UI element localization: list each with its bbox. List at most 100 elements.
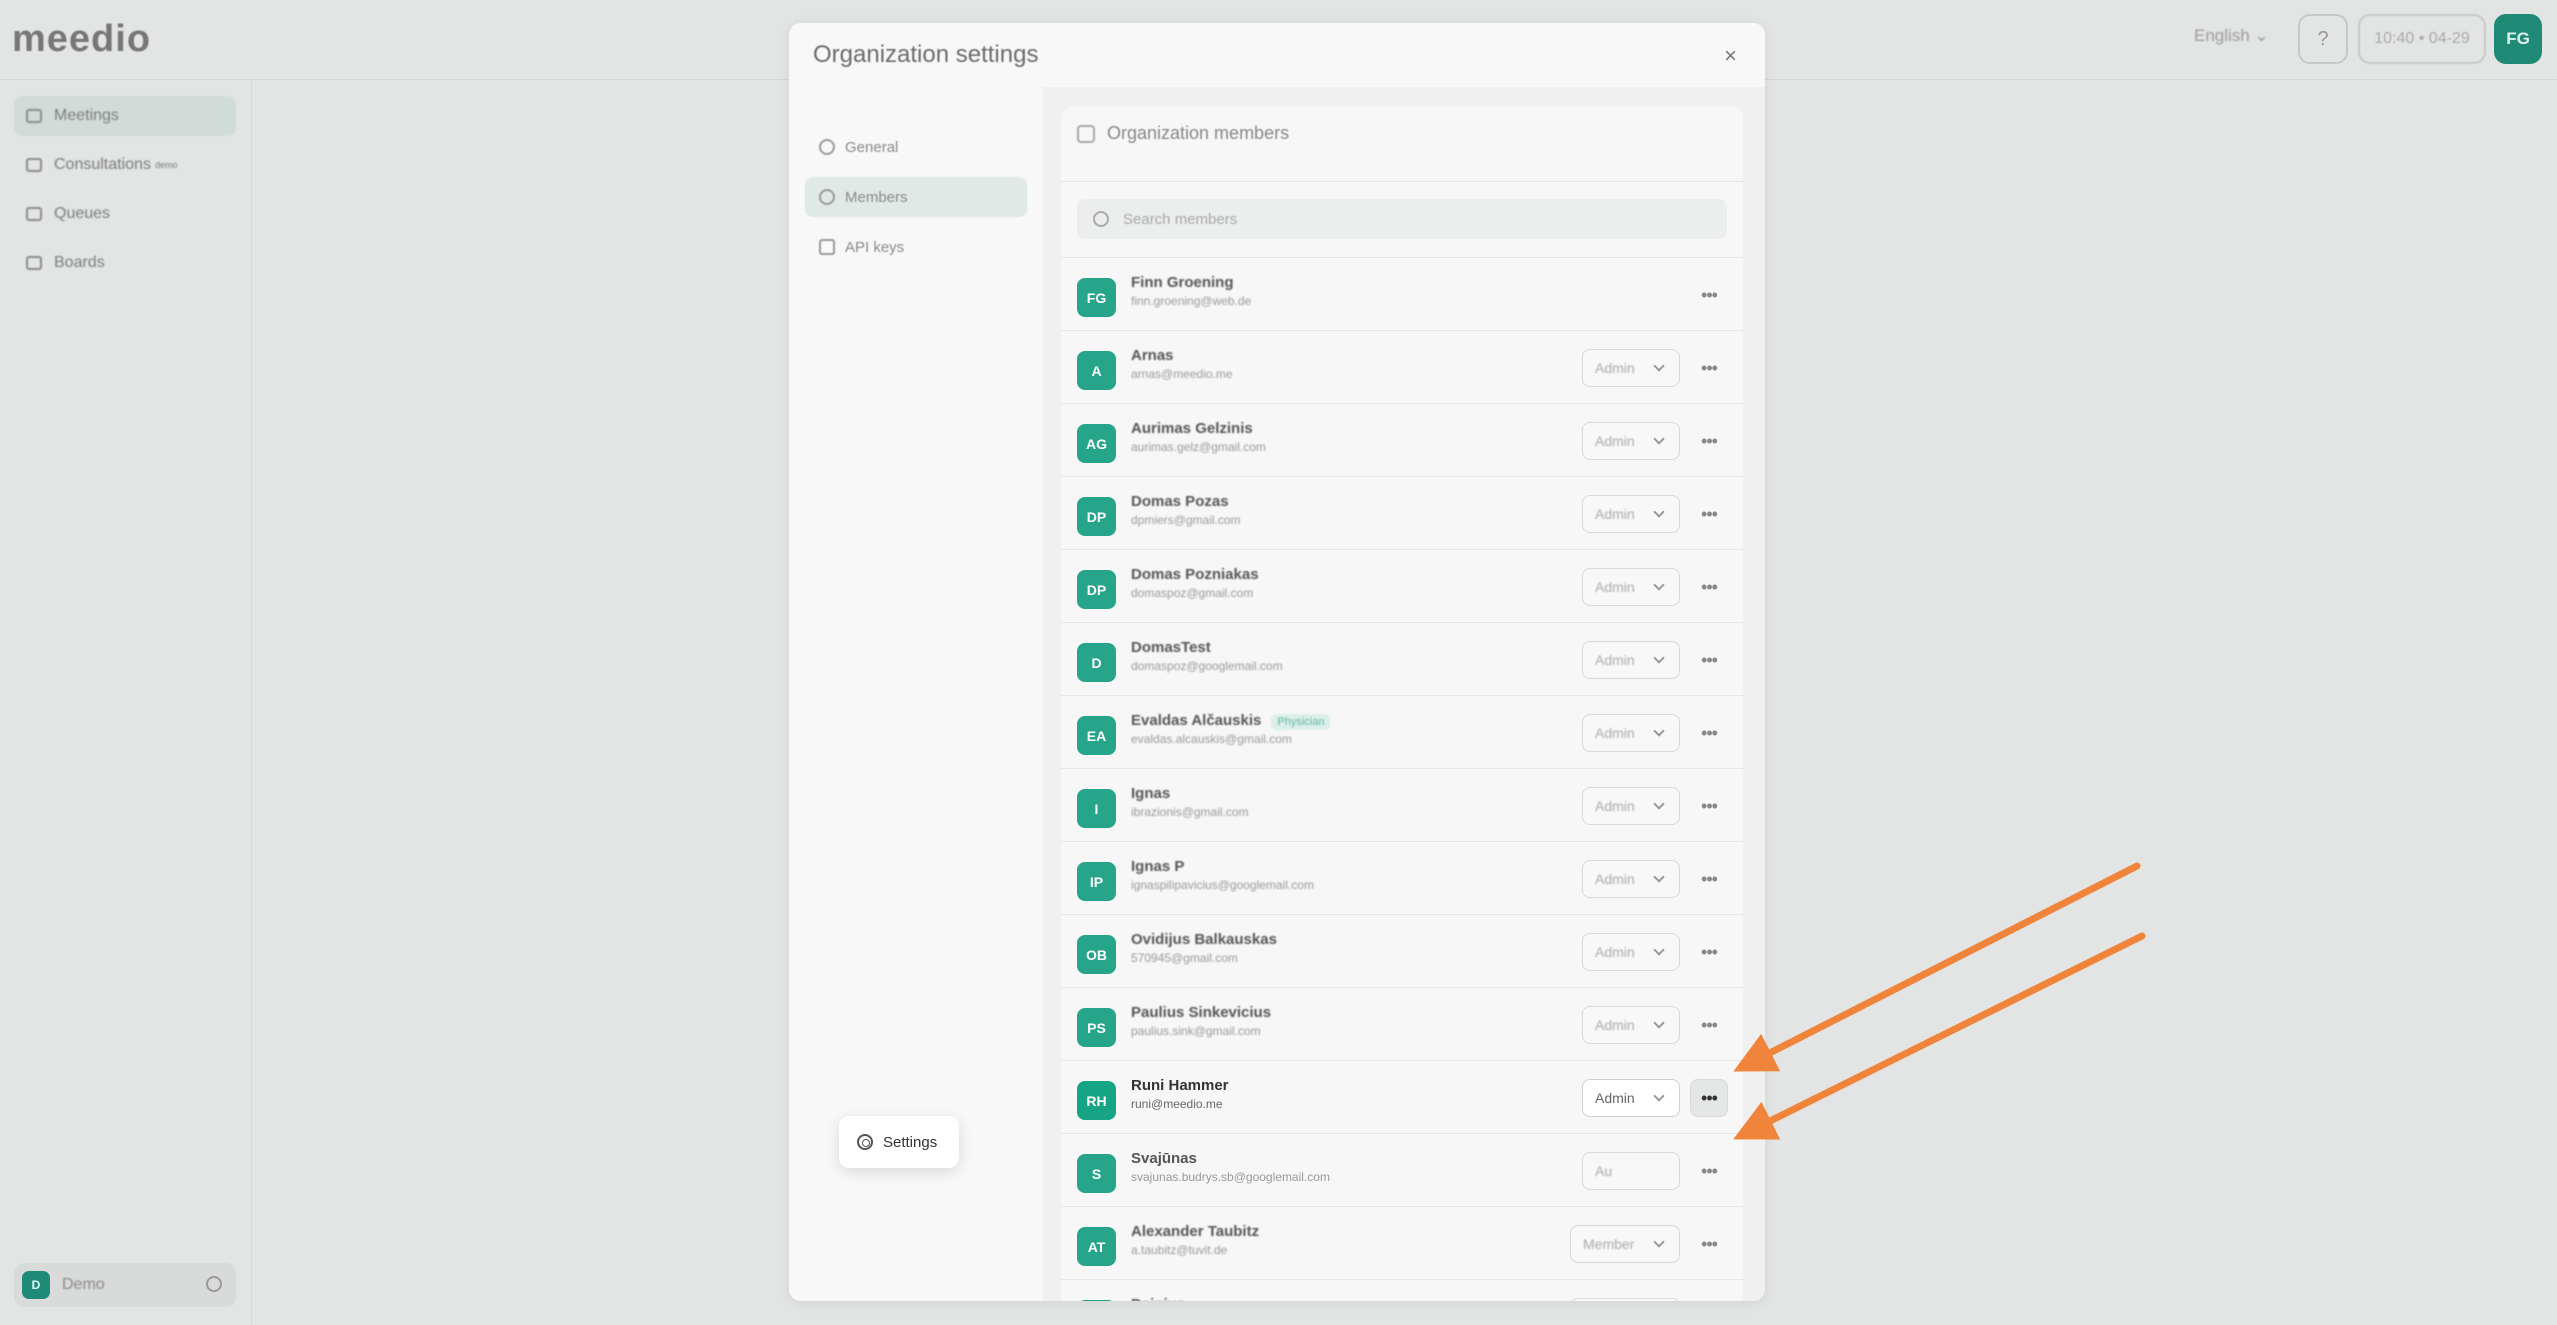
more-options-button[interactable]: •••	[1690, 422, 1728, 460]
table-row: D DomasTest domaspoz@googlemail.com Admin ••…	[1061, 622, 1743, 695]
role-select[interactable]: Admin	[1582, 714, 1680, 752]
queue-icon	[26, 207, 42, 221]
nav-item-general[interactable]: General	[805, 127, 1027, 167]
more-options-button[interactable]: •••	[1690, 568, 1728, 606]
member-email: evaldas.alcauskis@gmail.com	[1131, 732, 1292, 746]
more-options-button[interactable]: •••	[1690, 714, 1728, 752]
more-options-button[interactable]: •••	[1690, 1225, 1728, 1263]
nav-item-members[interactable]: Members	[805, 177, 1027, 217]
avatar: IP	[1077, 862, 1116, 901]
member-email: dpmiers@gmail.com	[1131, 513, 1241, 527]
member-context-menu[interactable]: Settings	[839, 1116, 959, 1168]
member-name: DomasTest	[1131, 639, 1211, 656]
search-box[interactable]	[1077, 199, 1727, 239]
help-icon[interactable]: ?	[2298, 14, 2348, 64]
menu-item-settings[interactable]: Settings	[883, 1134, 937, 1151]
avatar: D	[1077, 643, 1116, 682]
member-email: paulius.sink@gmail.com	[1131, 1024, 1261, 1038]
role-select[interactable]: Admin	[1582, 495, 1680, 533]
sidebar-item-boards[interactable]: Boards	[14, 243, 236, 283]
role-select[interactable]: Admin	[1582, 933, 1680, 971]
role-select[interactable]: Admin	[1582, 1006, 1680, 1044]
more-options-button[interactable]: •••	[1690, 860, 1728, 898]
chevron-down-icon	[1653, 1090, 1665, 1102]
table-row: I Ignas ibrazionis@gmail.com Admin •••	[1061, 768, 1743, 841]
more-options-button[interactable]: •••	[1690, 276, 1728, 314]
table-row: AG Aurimas Gelzinis aurimas.gelz@gmail.com…	[1061, 403, 1743, 476]
role-badge: Physician	[1271, 714, 1331, 730]
role-select[interactable]: Admin	[1582, 1079, 1680, 1117]
chevron-down-icon	[1653, 579, 1665, 591]
more-options-button[interactable]: •••	[1690, 933, 1728, 971]
role-select[interactable]: Admin	[1582, 787, 1680, 825]
grid-icon	[26, 256, 42, 270]
more-options-button[interactable]: •••	[1690, 349, 1728, 387]
member-name: Evaldas Alčauskis Physician	[1131, 712, 1331, 730]
arrow-to-settings-item	[1733, 932, 2146, 1140]
table-row: DDainiusMember•••	[1061, 1279, 1743, 1301]
search-icon	[1093, 211, 1109, 227]
chevron-down-icon	[1653, 725, 1665, 737]
close-icon[interactable]: ×	[1724, 43, 1737, 69]
role-select[interactable]: Admin	[1582, 860, 1680, 898]
more-options-button[interactable]: •••	[1690, 787, 1728, 825]
chevron-down-icon: ⌄	[2254, 26, 2269, 45]
table-row: IP Ignas P ignaspilipavicius@googlemail.co…	[1061, 841, 1743, 914]
table-row: PS Paulius Sinkevicius paulius.sink@gmail.…	[1061, 987, 1743, 1060]
table-row: DP Domas Pozniakas domaspoz@gmail.com Admin…	[1061, 549, 1743, 622]
workspace-avatar: D	[22, 1271, 50, 1299]
member-name: Runi Hammer	[1131, 1077, 1229, 1094]
table-row: OB Ovidijus Balkauskas 570945@gmail.com Adm…	[1061, 914, 1743, 987]
member-name: Domas Pozniakas	[1131, 566, 1259, 583]
member-name: Arnas	[1131, 347, 1174, 364]
sidebar-item-consultations[interactable]: Consultations demo	[14, 145, 236, 185]
key-icon	[819, 239, 835, 255]
role-select[interactable]: Admin	[1582, 422, 1680, 460]
gear-icon[interactable]	[206, 1276, 222, 1292]
table-row: RH Runi Hammer runi@meedio.me Admin •••	[1061, 1060, 1743, 1133]
more-options-button[interactable]: •••	[1690, 641, 1728, 679]
users-icon	[1077, 124, 1095, 143]
role-select[interactable]: Member	[1570, 1225, 1680, 1263]
search-input[interactable]	[1123, 210, 1683, 228]
nav-item-api-keys[interactable]: API keys	[805, 227, 1027, 267]
member-email: domaspoz@googlemail.com	[1131, 659, 1283, 673]
workspace-label: Demo	[62, 1276, 105, 1293]
member-name: Alexander Taubitz	[1131, 1223, 1260, 1240]
avatar: DP	[1077, 497, 1116, 536]
more-options-button[interactable]: •••	[1690, 1079, 1728, 1117]
avatar: FG	[1077, 278, 1116, 317]
role-select[interactable]: Admin	[1582, 349, 1680, 387]
more-options-button[interactable]: •••	[1690, 1152, 1728, 1190]
gear-icon	[819, 139, 835, 155]
chevron-down-icon	[1653, 652, 1665, 664]
member-email: runi@meedio.me	[1131, 1097, 1223, 1111]
clock-display: 10:40 • 04-29	[2358, 14, 2486, 64]
member-name: Dainius	[1131, 1296, 1185, 1301]
workspace-switcher[interactable]: D Demo	[14, 1263, 236, 1307]
user-avatar[interactable]: FG	[2494, 14, 2542, 64]
sidebar-item-meetings[interactable]: Meetings	[14, 96, 236, 136]
member-name: Aurimas Gelzinis	[1131, 420, 1253, 437]
gear-icon	[857, 1134, 873, 1150]
avatar: S	[1077, 1154, 1116, 1193]
avatar: EA	[1077, 716, 1116, 755]
consult-icon	[26, 158, 42, 172]
role-select[interactable]: Member	[1570, 1298, 1680, 1301]
role-select[interactable]: Admin	[1582, 568, 1680, 606]
language-selector[interactable]: English ⌄	[2194, 26, 2269, 46]
member-email: arnas@meedio.me	[1131, 367, 1233, 381]
member-email: 570945@gmail.com	[1131, 951, 1238, 965]
role-select[interactable]: Admin	[1582, 641, 1680, 679]
more-options-button[interactable]: •••	[1690, 1006, 1728, 1044]
role-select[interactable]: Au	[1582, 1152, 1680, 1190]
sidebar-item-queues[interactable]: Queues	[14, 194, 236, 234]
chevron-down-icon	[1653, 360, 1665, 372]
avatar: I	[1077, 789, 1116, 828]
member-email: ignaspilipavicius@googlemail.com	[1131, 878, 1314, 892]
member-name: Ignas	[1131, 785, 1171, 802]
chevron-down-icon	[1653, 1017, 1665, 1029]
table-row: S Svajūnas svajunas.budrys.sb@googlemail.c…	[1061, 1133, 1743, 1206]
avatar: D	[1077, 1300, 1116, 1301]
more-options-button[interactable]: •••	[1690, 495, 1728, 533]
